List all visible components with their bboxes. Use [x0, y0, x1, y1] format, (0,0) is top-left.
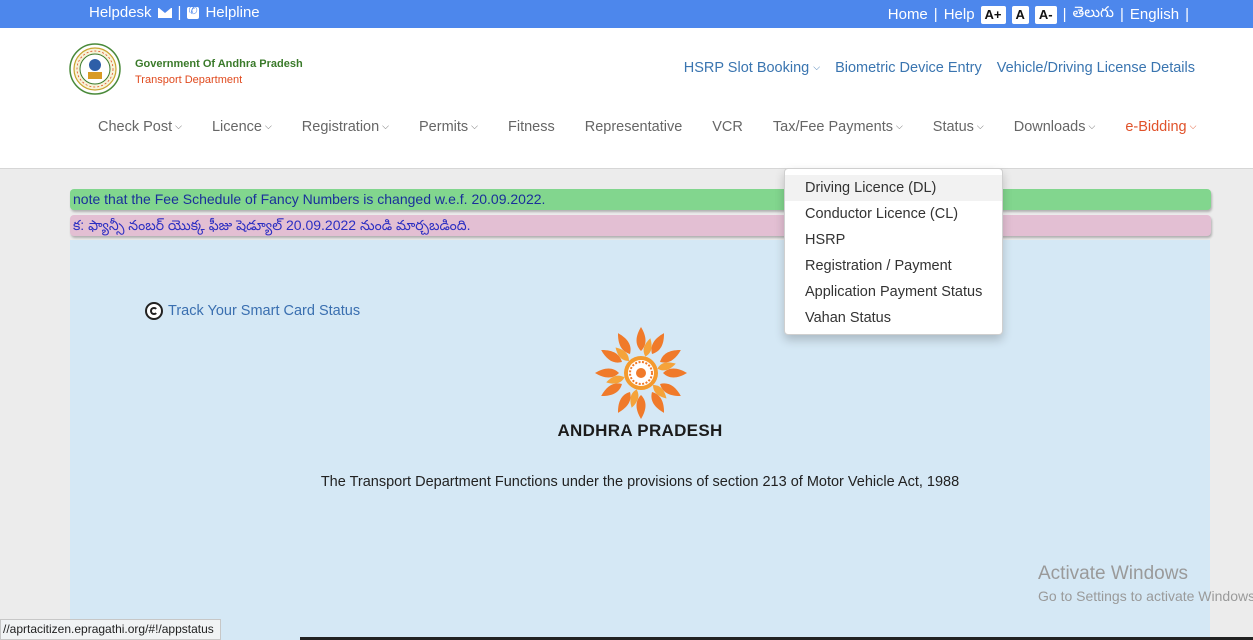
nav-check-post[interactable]: Check Post ⌵ [98, 119, 182, 135]
nav-representative[interactable]: Representative [585, 119, 683, 135]
status-dropdown-menu: Driving Licence (DL) Conductor Licence (… [784, 168, 1003, 335]
home-link[interactable]: Home [888, 6, 928, 23]
menu-item-conductor-licence[interactable]: Conductor Licence (CL) [785, 201, 1002, 227]
nav-e-bidding[interactable]: e-Bidding ⌵ [1125, 119, 1196, 135]
menu-item-registration-payment[interactable]: Registration / Payment [785, 253, 1002, 279]
top-bar-left: Helpdesk | Helpline [89, 4, 260, 22]
chevron-down-icon: ⌵ [976, 121, 984, 131]
nav-label: Tax/Fee Payments [772, 119, 893, 135]
chevron-down-icon: ⌵ [1088, 121, 1096, 131]
nav-label: Licence [211, 119, 262, 135]
telugu-language-link[interactable]: తెలుగు [1073, 4, 1114, 25]
nav-permits[interactable]: Permits ⌵ [419, 119, 478, 135]
nav-label: Representative [584, 119, 683, 135]
track-link-label: Track Your Smart Card Status [168, 303, 361, 319]
main-nav: Check Post ⌵ Licence ⌵ Registration ⌵ Permi… [98, 119, 1196, 135]
english-notice-ticker: note that the Fee Schedule of Fancy Numb… [70, 189, 1211, 210]
watermark-subtitle: Go to Settings to activate Windows. [1038, 588, 1253, 604]
andhra-pradesh-brand-logo [595, 327, 687, 419]
font-decrease-button[interactable]: A- [1034, 5, 1057, 24]
separator: | [933, 6, 938, 23]
header-links: HSRP Slot Booking ⌵ Biometric Device Ent… [684, 60, 1195, 76]
dept-title: Transport Department [135, 74, 243, 86]
nav-label: VCR [712, 119, 743, 135]
separator: | [1062, 6, 1067, 23]
chevron-down-icon: ⌵ [1189, 121, 1197, 131]
help-link[interactable]: Help [944, 6, 975, 23]
nav-label: Check Post [98, 119, 173, 135]
nav-licence[interactable]: Licence ⌵ [212, 119, 272, 135]
chevron-down-icon: ⌵ [813, 62, 821, 72]
nav-fitness[interactable]: Fitness [508, 119, 555, 135]
mail-icon[interactable] [157, 7, 172, 18]
separator: | [1119, 6, 1124, 23]
helpline-link[interactable]: Helpline [205, 4, 259, 21]
menu-item-driving-licence[interactable]: Driving Licence (DL) [785, 175, 1002, 201]
menu-item-hsrp[interactable]: HSRP [785, 227, 1002, 253]
activate-windows-watermark: Activate Windows Go to Settings to activ… [1038, 563, 1253, 604]
nav-label: Permits [419, 119, 469, 135]
english-language-link[interactable]: English [1130, 6, 1179, 23]
nav-label: Registration [301, 119, 380, 135]
nav-vcr[interactable]: VCR [712, 119, 743, 135]
org-name: Government Of Andhra Pradesh Transport D… [135, 56, 303, 88]
biometric-device-entry-link[interactable]: Biometric Device Entry [835, 60, 982, 76]
chevron-down-icon: ⌵ [895, 121, 903, 131]
phone-icon [187, 4, 200, 19]
gov-title: Government Of Andhra Pradesh [135, 58, 303, 70]
tracking-icon [145, 302, 163, 320]
nav-tax-fee-payments[interactable]: Tax/Fee Payments ⌵ [773, 119, 903, 135]
helpline-label: Helpline [205, 4, 260, 21]
top-bar: Helpdesk | Helpline Home | Help A+ A A- … [0, 0, 1253, 28]
nav-status[interactable]: Status ⌵ [933, 119, 984, 135]
top-bar-right: Home | Help A+ A A- | తెలుగు | English | [888, 4, 1189, 25]
nav-label: Downloads [1013, 119, 1086, 135]
separator: | [177, 4, 182, 21]
helpdesk-link[interactable]: Helpdesk [89, 4, 152, 21]
department-tagline: The Transport Department Functions under… [320, 474, 960, 490]
menu-item-vahan-status[interactable]: Vahan Status [785, 305, 1002, 331]
chevron-down-icon: ⌵ [471, 121, 478, 131]
nav-label: Fitness [507, 119, 555, 135]
nav-registration[interactable]: Registration ⌵ [302, 119, 389, 135]
font-normal-button[interactable]: A [1011, 5, 1029, 24]
vehicle-license-details-link[interactable]: Vehicle/Driving License Details [997, 60, 1195, 76]
font-increase-button[interactable]: A+ [980, 5, 1006, 24]
hsrp-slot-booking-link[interactable]: HSRP Slot Booking ⌵ [684, 60, 820, 76]
hsrp-label: HSRP Slot Booking [683, 60, 810, 76]
nav-label: e-Bidding [1125, 119, 1187, 135]
track-smart-card-link[interactable]: Track Your Smart Card Status [145, 302, 360, 320]
status-bar-url: //aprtacitizen.epragathi.org/#!/appstatu… [0, 619, 221, 640]
watermark-title: Activate Windows [1038, 563, 1188, 584]
telugu-notice-ticker: క: ఫ్యాన్సీ నంబర్ యొక్క ఫీజు షెడ్యూల్ 20… [70, 215, 1211, 236]
nav-label: Status [932, 119, 974, 135]
chevron-down-icon: ⌵ [264, 121, 272, 131]
nav-downloads[interactable]: Downloads ⌵ [1014, 119, 1096, 135]
helpdesk-label: Helpdesk [89, 4, 152, 21]
chevron-down-icon: ⌵ [175, 121, 182, 131]
andhra-pradesh-title: ANDHRA PRADESH [557, 421, 723, 440]
site-header: Government Of Andhra Pradesh Transport D… [0, 28, 1253, 169]
separator: | [1185, 6, 1189, 23]
ap-emblem-logo[interactable] [69, 43, 121, 95]
chevron-down-icon: ⌵ [382, 121, 389, 131]
menu-item-application-payment-status[interactable]: Application Payment Status [785, 279, 1002, 305]
